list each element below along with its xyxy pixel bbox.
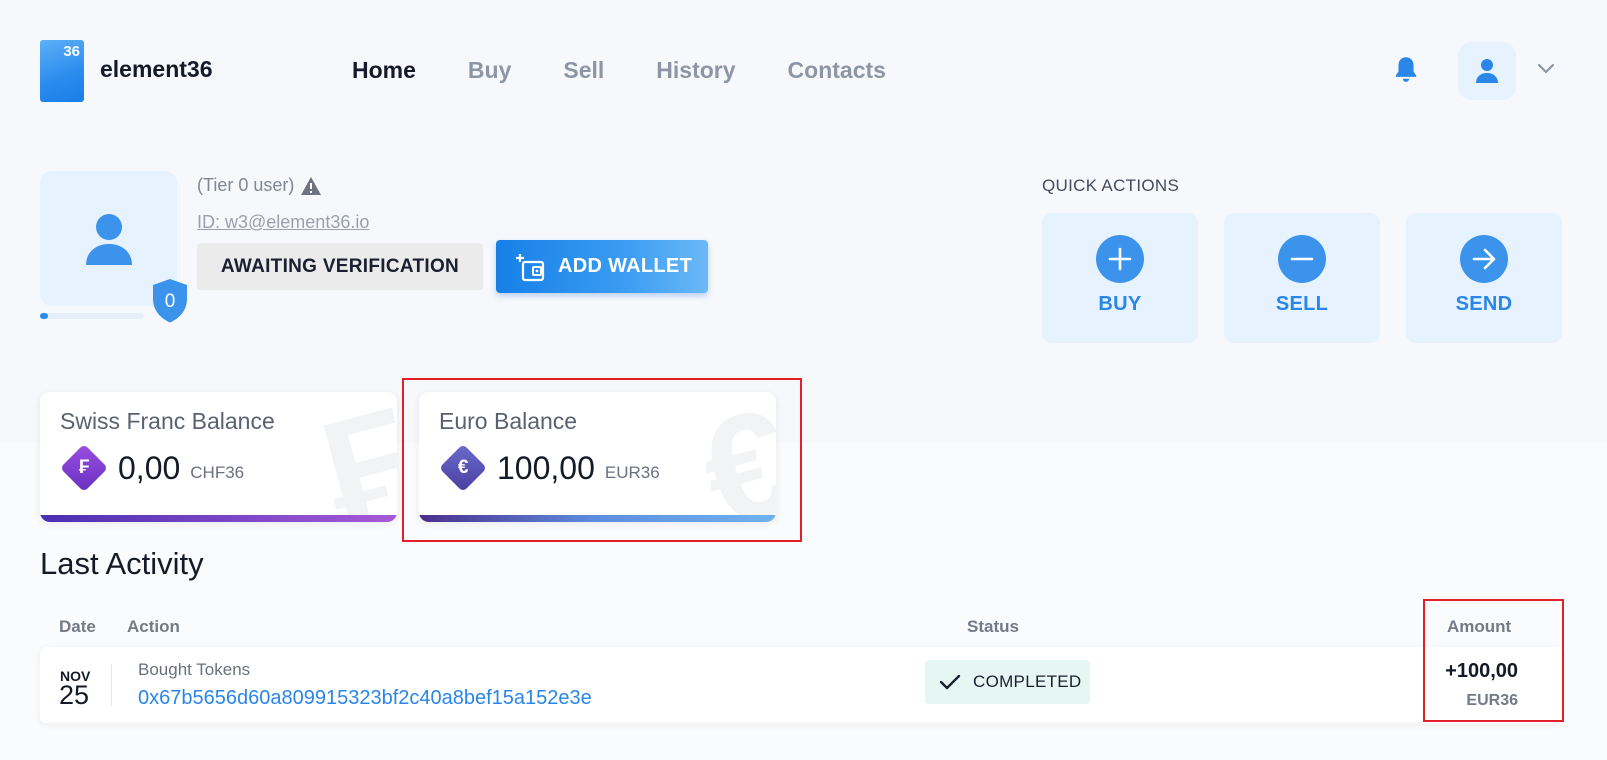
tier-label: (Tier 0 user) <box>197 175 295 195</box>
eur-card-highlight <box>402 378 802 542</box>
chf-balance-title: Swiss Franc Balance <box>60 408 275 434</box>
user-id-link[interactable]: ID: w3@element36.io <box>197 212 369 233</box>
quick-action-sell-label: SELL <box>1275 293 1329 315</box>
quick-action-send-label: SEND <box>1455 293 1513 315</box>
verification-progress-fill <box>40 313 49 319</box>
add-wallet-button[interactable]: ADD WALLET <box>496 240 708 293</box>
nav-link-sell[interactable]: Sell <box>563 57 604 84</box>
last-activity-title: Last Activity <box>40 546 204 581</box>
tier-shield-icon: 0 <box>153 279 187 323</box>
quick-action-buy-label: BUY <box>1098 293 1142 315</box>
tier-level: 0 <box>165 291 176 312</box>
nav-link-contacts[interactable]: Contacts <box>788 57 886 84</box>
check-icon <box>939 674 961 690</box>
chf-balance-amount: 0,00 <box>118 449 181 486</box>
quick-action-sell[interactable]: SELL <box>1224 213 1380 343</box>
user-icon <box>1476 59 1498 83</box>
minus-icon <box>1278 235 1326 283</box>
date-divider <box>111 664 112 706</box>
logo-text[interactable]: element36 <box>100 56 213 83</box>
avatar-icon <box>85 213 132 265</box>
tier-info: (Tier 0 user) <box>197 175 322 196</box>
column-header-date: Date <box>59 617 96 636</box>
bell-icon[interactable] <box>1392 55 1420 85</box>
user-menu-button[interactable] <box>1458 42 1516 100</box>
awaiting-verification-button[interactable]: AWAITING VERIFICATION <box>197 243 483 290</box>
quick-action-buy[interactable]: BUY <box>1042 213 1198 343</box>
table-row[interactable]: NOV 25 Bought Tokens 0x67b5656d60a809915… <box>40 647 1562 723</box>
add-wallet-icon <box>516 253 545 281</box>
chf-card-accent-bar <box>40 515 397 522</box>
nav-link-home[interactable]: Home <box>352 57 416 84</box>
chf-balance-card[interactable]: ₣ Swiss Franc Balance ₣ 0,00 CHF36 <box>40 392 397 522</box>
column-header-status: Status <box>967 617 1019 636</box>
row-date-day: 25 <box>59 680 90 710</box>
arrow-right-icon <box>1460 235 1508 283</box>
row-transaction-hash-link[interactable]: 0x67b5656d60a809915323bf2c40a8bef15a152e… <box>138 687 592 710</box>
amount-highlight <box>1423 599 1564 722</box>
warning-icon[interactable] <box>300 176 322 196</box>
nav-link-buy[interactable]: Buy <box>468 57 511 84</box>
chevron-down-icon[interactable] <box>1536 60 1556 76</box>
status-label: COMPLETED <box>973 672 1082 691</box>
quick-action-send[interactable]: SEND <box>1406 213 1562 343</box>
verification-progress <box>40 313 144 319</box>
chf-watermark: ₣ <box>305 392 397 522</box>
quick-actions-title: QUICK ACTIONS <box>1042 176 1180 195</box>
status-badge: COMPLETED <box>925 660 1090 704</box>
nav-link-history[interactable]: History <box>656 57 735 84</box>
add-wallet-label: ADD WALLET <box>558 255 693 277</box>
franc-icon: ₣ <box>59 443 109 493</box>
plus-icon <box>1096 235 1144 283</box>
column-header-action: Action <box>127 617 180 636</box>
chf-balance-unit: CHF36 <box>190 463 245 482</box>
row-action: Bought Tokens <box>138 660 251 679</box>
logo-icon[interactable]: 36 <box>40 40 84 102</box>
top-nav: 36 element36 Home Buy Sell History Conta… <box>0 0 1607 140</box>
nav-links: Home Buy Sell History Contacts <box>352 57 938 84</box>
